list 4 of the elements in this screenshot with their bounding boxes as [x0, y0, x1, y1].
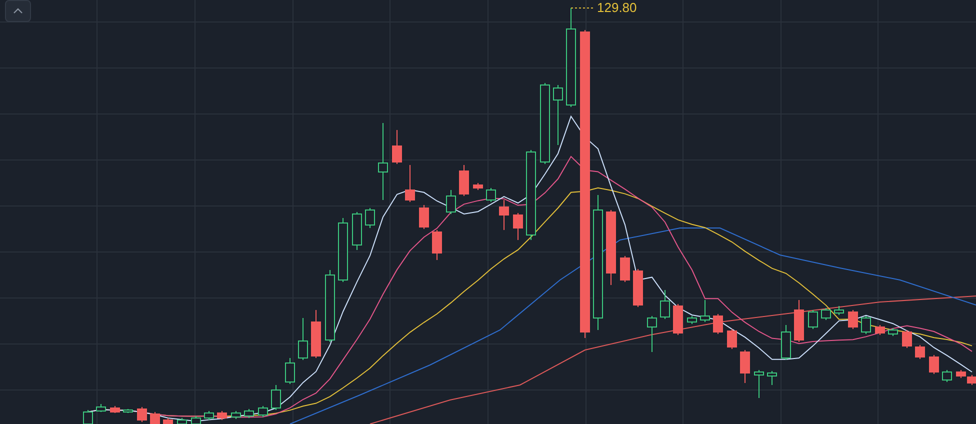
caret-up-icon	[13, 8, 23, 14]
leader-line	[571, 7, 595, 10]
high-price-label: 129.80	[597, 0, 637, 16]
collapse-button[interactable]	[5, 0, 31, 22]
